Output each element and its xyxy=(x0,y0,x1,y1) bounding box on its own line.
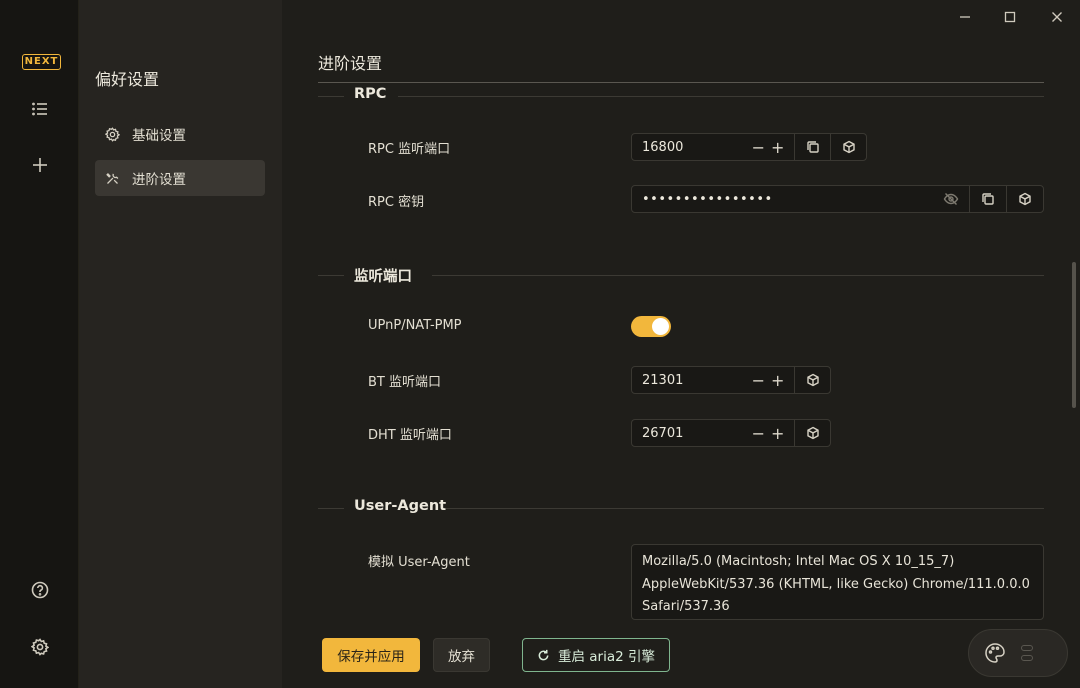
rpc-secret-label: RPC 密钥 xyxy=(368,195,425,210)
section-user-agent: User-Agent xyxy=(318,498,1044,518)
sidebar-item-advanced[interactable]: 进阶设置 xyxy=(95,160,265,196)
eye-off-icon[interactable] xyxy=(933,191,969,207)
help-icon[interactable] xyxy=(26,576,54,604)
rpc-port-value[interactable]: 16800 xyxy=(632,140,742,155)
randomize-button[interactable] xyxy=(830,134,866,160)
gear-icon[interactable] xyxy=(26,633,54,661)
rpc-port-stepper[interactable]: 16800 − + xyxy=(631,133,867,161)
section-rpc: RPC xyxy=(318,86,1044,106)
sidebar-item-basic[interactable]: 基础设置 xyxy=(95,116,265,152)
dht-port-stepper[interactable]: 26701 − + xyxy=(631,419,831,447)
page-title: 进阶设置 xyxy=(318,54,383,73)
section-listen-ports: 监听端口 xyxy=(318,265,1044,285)
sidebar-item-label: 基础设置 xyxy=(132,128,186,144)
palette-icon xyxy=(985,643,1005,663)
minimize-icon[interactable] xyxy=(953,6,977,28)
sidebar-item-label: 进阶设置 xyxy=(132,172,186,188)
randomize-button[interactable] xyxy=(794,420,830,446)
randomize-button[interactable] xyxy=(1006,186,1043,212)
increment-button[interactable]: + xyxy=(771,371,784,390)
rpc-port-label: RPC 监听端口 xyxy=(368,142,451,157)
theme-switcher[interactable] xyxy=(968,629,1068,677)
section-title: RPC xyxy=(354,86,387,102)
dht-port-value[interactable]: 26701 xyxy=(632,426,742,441)
main-panel: 进阶设置 RPC RPC 监听端口 16800 − + RPC 密钥 ••••••… xyxy=(282,0,1080,688)
decrement-button[interactable]: − xyxy=(752,138,765,157)
bt-port-label: BT 监听端口 xyxy=(368,375,441,390)
save-apply-button[interactable]: 保存并应用 xyxy=(322,638,420,672)
upnp-toggle[interactable] xyxy=(631,316,671,337)
maximize-icon[interactable] xyxy=(998,6,1022,28)
plus-icon[interactable] xyxy=(26,151,54,179)
left-rail: NEXT xyxy=(0,0,79,688)
dht-port-label: DHT 监听端口 xyxy=(368,428,452,443)
tools-icon xyxy=(106,172,119,184)
gear-icon xyxy=(105,126,120,142)
randomize-button[interactable] xyxy=(794,367,830,393)
increment-button[interactable]: + xyxy=(771,138,784,157)
list-icon[interactable] xyxy=(26,95,54,123)
restart-label: 重启 aria2 引擎 xyxy=(557,649,656,665)
copy-button[interactable] xyxy=(794,134,830,160)
settings-sidebar: 偏好设置 基础设置 进阶设置 xyxy=(79,0,282,688)
discard-button[interactable]: 放弃 xyxy=(433,638,490,672)
user-agent-textarea[interactable]: Mozilla/5.0 (Macintosh; Intel Mac OS X 1… xyxy=(631,544,1044,620)
section-title: User-Agent xyxy=(354,498,447,514)
copy-icon xyxy=(806,141,819,153)
restart-engine-button[interactable]: 重启 aria2 引擎 xyxy=(522,638,670,672)
upnp-label: UPnP/NAT-PMP xyxy=(368,318,462,333)
scrollbar-thumb[interactable] xyxy=(1072,262,1076,408)
app-logo: NEXT xyxy=(22,54,61,70)
cube-icon xyxy=(806,426,819,440)
copy-icon xyxy=(982,193,994,205)
section-title: 监听端口 xyxy=(354,269,412,285)
rpc-secret-field[interactable]: •••••••••••••••• xyxy=(631,185,1044,213)
bt-port-value[interactable]: 21301 xyxy=(632,373,742,388)
increment-button[interactable]: + xyxy=(771,424,784,443)
title-divider xyxy=(318,82,1044,83)
toggle-knob xyxy=(652,318,669,335)
refresh-icon xyxy=(538,649,549,660)
close-icon[interactable] xyxy=(1045,6,1069,28)
user-agent-label: 模拟 User-Agent xyxy=(368,555,470,570)
rpc-secret-value[interactable]: •••••••••••••••• xyxy=(632,192,933,207)
cube-icon xyxy=(842,140,855,154)
cube-icon xyxy=(1019,192,1031,206)
sidebar-title: 偏好设置 xyxy=(95,70,160,89)
cube-icon xyxy=(806,373,819,387)
copy-button[interactable] xyxy=(969,186,1006,212)
decrement-button[interactable]: − xyxy=(752,424,765,443)
decrement-button[interactable]: − xyxy=(752,371,765,390)
bt-port-stepper[interactable]: 21301 − + xyxy=(631,366,831,394)
